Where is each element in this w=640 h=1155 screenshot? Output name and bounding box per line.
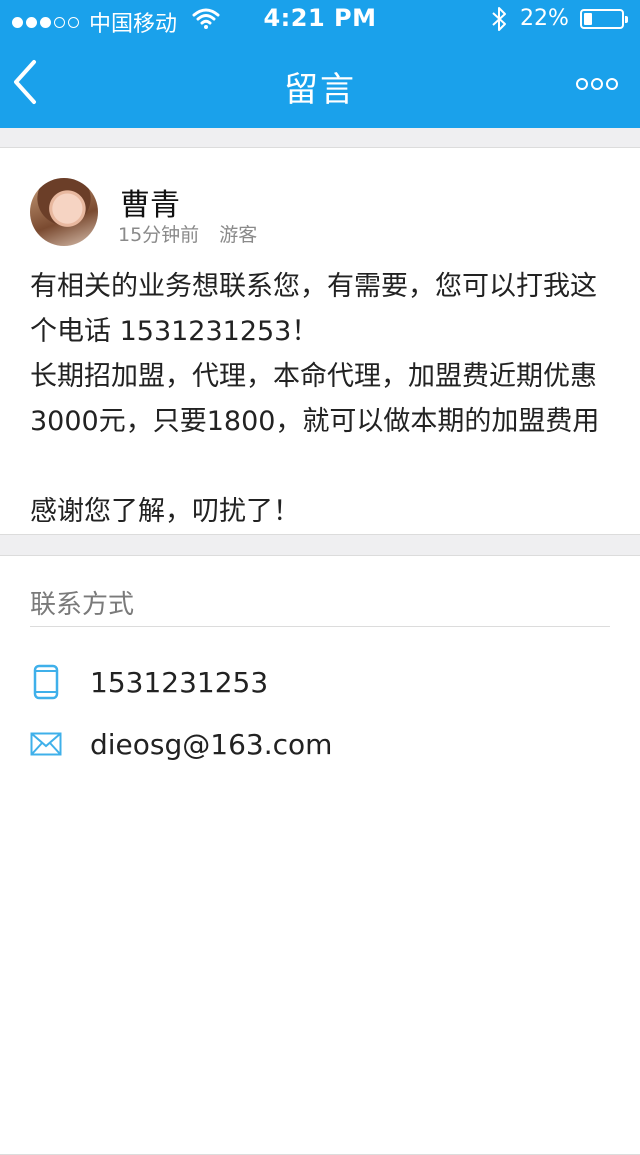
more-dot-icon [591, 78, 603, 90]
author-name: 曹青 [120, 188, 180, 223]
divider [30, 626, 610, 627]
page-title: 留言 [284, 70, 356, 110]
bluetooth-icon [492, 7, 506, 31]
battery-icon [580, 9, 628, 29]
author-role: 游客 [219, 224, 258, 246]
more-dot-icon [606, 78, 618, 90]
navigation-bar: 留言 [0, 40, 640, 128]
more-dot-icon [576, 78, 588, 90]
contact-card: 联系方式 1531231253 dieosg@163.com [0, 555, 640, 1155]
mail-icon [30, 726, 62, 762]
phone-icon [30, 664, 62, 700]
message-body: 有相关的业务想联系您，有需要，您可以打我这个电话 1531231253！ 长期招… [30, 271, 600, 527]
contact-email[interactable]: dieosg@163.com [90, 728, 332, 761]
contact-phone-row[interactable]: 1531231253 [30, 664, 268, 700]
contact-section-label: 联系方式 [30, 590, 135, 620]
message-card: 曹青 15分钟前 游客 有相关的业务想联系您，有需要，您可以打我这个电话 1531… [0, 147, 640, 535]
contact-phone[interactable]: 1531231253 [90, 666, 268, 699]
message-meta: 15分钟前 游客 [118, 220, 257, 247]
status-bar: 中国移动 4:21 PM 22% [0, 0, 640, 40]
battery-fill [584, 13, 592, 25]
contact-email-row[interactable]: dieosg@163.com [30, 726, 332, 762]
message-time: 15分钟前 [118, 224, 200, 246]
avatar[interactable] [30, 178, 98, 246]
battery-percentage: 22% [520, 6, 569, 31]
more-options-button[interactable] [576, 72, 624, 96]
